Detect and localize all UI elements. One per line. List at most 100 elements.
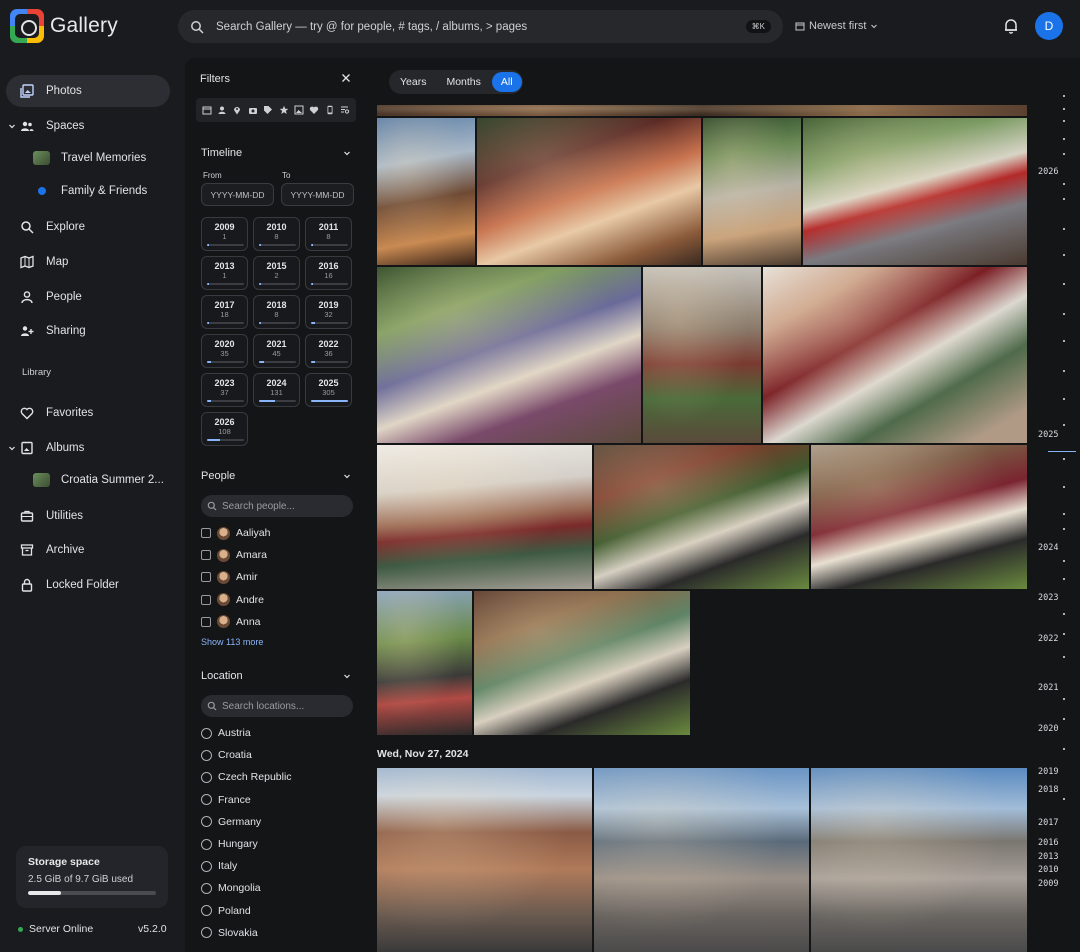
scrubber-year-label[interactable]: 2016	[1038, 838, 1058, 848]
sort-dropdown[interactable]: Newest first	[795, 20, 878, 32]
chevron-down-icon[interactable]	[8, 122, 16, 130]
year-filter-2022[interactable]: 2022 36	[305, 334, 352, 368]
photo-thumbnail[interactable]	[377, 591, 472, 735]
search-input[interactable]: Search Gallery — try @ for people, # tag…	[216, 21, 746, 33]
location-filter-item[interactable]: Croatia	[201, 747, 252, 763]
sidebar-item-utilities[interactable]: Utilities	[6, 500, 170, 532]
chevron-down-icon[interactable]	[8, 444, 16, 452]
scrubber-year-label[interactable]: 2024	[1038, 543, 1058, 553]
location-radio[interactable]	[201, 816, 212, 828]
year-filter-2011[interactable]: 2011 8	[305, 217, 352, 251]
sidebar-item-people[interactable]: People	[6, 281, 170, 313]
sidebar-item-archive[interactable]: Archive	[6, 534, 170, 566]
calendar-filter-icon[interactable]	[202, 105, 212, 115]
scrubber-year-label[interactable]: 2023	[1038, 593, 1058, 603]
people-search-input[interactable]: Search people...	[201, 495, 353, 517]
location-radio[interactable]	[201, 771, 212, 783]
location-filter-item[interactable]: Slovakia	[201, 925, 258, 941]
sidebar-item-explore[interactable]: Explore	[6, 211, 170, 243]
year-filter-2019[interactable]: 2019 32	[305, 295, 352, 329]
location-filter-item[interactable]: Hungary	[201, 836, 258, 852]
chevron-down-icon[interactable]	[343, 472, 351, 480]
chevron-down-icon[interactable]	[343, 672, 351, 680]
year-filter-2017[interactable]: 2017 18	[201, 295, 248, 329]
location-filter-item[interactable]: Germany	[201, 814, 261, 830]
year-filter-2026[interactable]: 2026 108	[201, 412, 248, 446]
person-checkbox[interactable]	[201, 594, 211, 605]
chevron-down-icon[interactable]	[343, 149, 351, 157]
notifications-bell-icon[interactable]	[1002, 17, 1020, 35]
scrubber-year-label[interactable]: 2010	[1038, 865, 1058, 875]
location-radio[interactable]	[201, 860, 212, 872]
year-filter-2025[interactable]: 2025 305	[305, 373, 352, 407]
camera-icon[interactable]	[248, 105, 258, 115]
to-date-input[interactable]: YYYY-MM-DD	[281, 183, 354, 206]
photo-thumbnail[interactable]	[377, 118, 475, 265]
photo-thumbnail[interactable]	[377, 267, 641, 443]
location-filter-item[interactable]: Czech Republic	[201, 769, 292, 785]
search-bar[interactable]: Search Gallery — try @ for people, # tag…	[178, 10, 783, 43]
location-filter-item[interactable]: Austria	[201, 725, 251, 741]
photo-thumbnail[interactable]	[477, 118, 701, 265]
year-filter-2013[interactable]: 2013 1	[201, 256, 248, 290]
location-search-input[interactable]: Search locations...	[201, 695, 353, 717]
scrubber-year-label[interactable]: 2009	[1038, 879, 1058, 889]
sidebar-item-photos[interactable]: Photos	[6, 75, 170, 107]
location-radio[interactable]	[201, 749, 212, 761]
photo-thumbnail[interactable]	[763, 267, 1027, 443]
sidebar-item-albums[interactable]: Albums	[6, 432, 170, 464]
scrubber-year-label[interactable]: 2026	[1038, 167, 1058, 177]
tab-all[interactable]: All	[491, 72, 522, 92]
sidebar-item-croatia-summer[interactable]: Croatia Summer 2...	[6, 464, 170, 496]
person-filter-item[interactable]: Aaliyah	[201, 524, 270, 542]
photo-thumbnail[interactable]	[803, 118, 1027, 265]
scrubber-year-label[interactable]: 2025	[1038, 430, 1058, 440]
tab-months[interactable]: Months	[437, 72, 489, 92]
photo-thumbnail[interactable]	[703, 118, 801, 265]
location-radio[interactable]	[201, 794, 212, 806]
photo-thumbnail[interactable]	[377, 768, 592, 952]
location-radio[interactable]	[201, 727, 212, 739]
year-filter-2010[interactable]: 2010 8	[253, 217, 300, 251]
location-filter-item[interactable]: France	[201, 792, 251, 808]
location-section-title[interactable]: Location	[201, 670, 243, 682]
person-checkbox[interactable]	[201, 550, 211, 561]
photo-thumbnail[interactable]	[474, 591, 690, 735]
location-radio[interactable]	[201, 905, 212, 917]
year-filter-2018[interactable]: 2018 8	[253, 295, 300, 329]
close-icon[interactable]	[341, 73, 351, 83]
text-search-icon[interactable]	[340, 105, 350, 115]
photo-thumbnail[interactable]	[811, 768, 1027, 952]
location-filter-item[interactable]: Mongolia	[201, 880, 261, 896]
storage-card[interactable]: Storage space 2.5 GiB of 9.7 GiB used	[16, 846, 168, 908]
scrubber-year-label[interactable]: 2022	[1038, 634, 1058, 644]
timeline-section-title[interactable]: Timeline	[201, 147, 242, 159]
image-icon[interactable]	[294, 105, 304, 115]
photo-thumbnail[interactable]	[377, 445, 592, 589]
person-checkbox[interactable]	[201, 616, 211, 627]
tag-icon[interactable]	[263, 105, 273, 115]
person-filter-item[interactable]: Amara	[201, 546, 267, 564]
user-avatar[interactable]: D	[1035, 12, 1063, 40]
sidebar-item-spaces[interactable]: Spaces	[6, 110, 170, 142]
person-filter-icon[interactable]	[217, 105, 227, 115]
person-filter-item[interactable]: Amir	[201, 568, 258, 586]
year-filter-2020[interactable]: 2020 35	[201, 334, 248, 368]
sidebar-item-family-friends[interactable]: Family & Friends	[6, 175, 170, 207]
person-filter-item[interactable]: Andre	[201, 591, 264, 609]
tab-years[interactable]: Years	[391, 72, 435, 92]
photo-thumbnail[interactable]	[594, 445, 809, 589]
photo-thumbnail[interactable]	[377, 105, 1027, 116]
year-filter-2024[interactable]: 2024 131	[253, 373, 300, 407]
people-section-title[interactable]: People	[201, 470, 235, 482]
sidebar-item-travel-memories[interactable]: Travel Memories	[6, 142, 170, 174]
sidebar-item-map[interactable]: Map	[6, 246, 170, 278]
scrubber-year-label[interactable]: 2021	[1038, 683, 1058, 693]
star-icon[interactable]	[279, 105, 289, 115]
location-filter-item[interactable]: Poland	[201, 903, 251, 919]
year-filter-2021[interactable]: 2021 45	[253, 334, 300, 368]
show-more-people-link[interactable]: Show 113 more	[201, 637, 263, 647]
sidebar-item-locked-folder[interactable]: Locked Folder	[6, 569, 170, 601]
scrubber-year-label[interactable]: 2019	[1038, 767, 1058, 777]
scrubber-year-label[interactable]: 2020	[1038, 724, 1058, 734]
